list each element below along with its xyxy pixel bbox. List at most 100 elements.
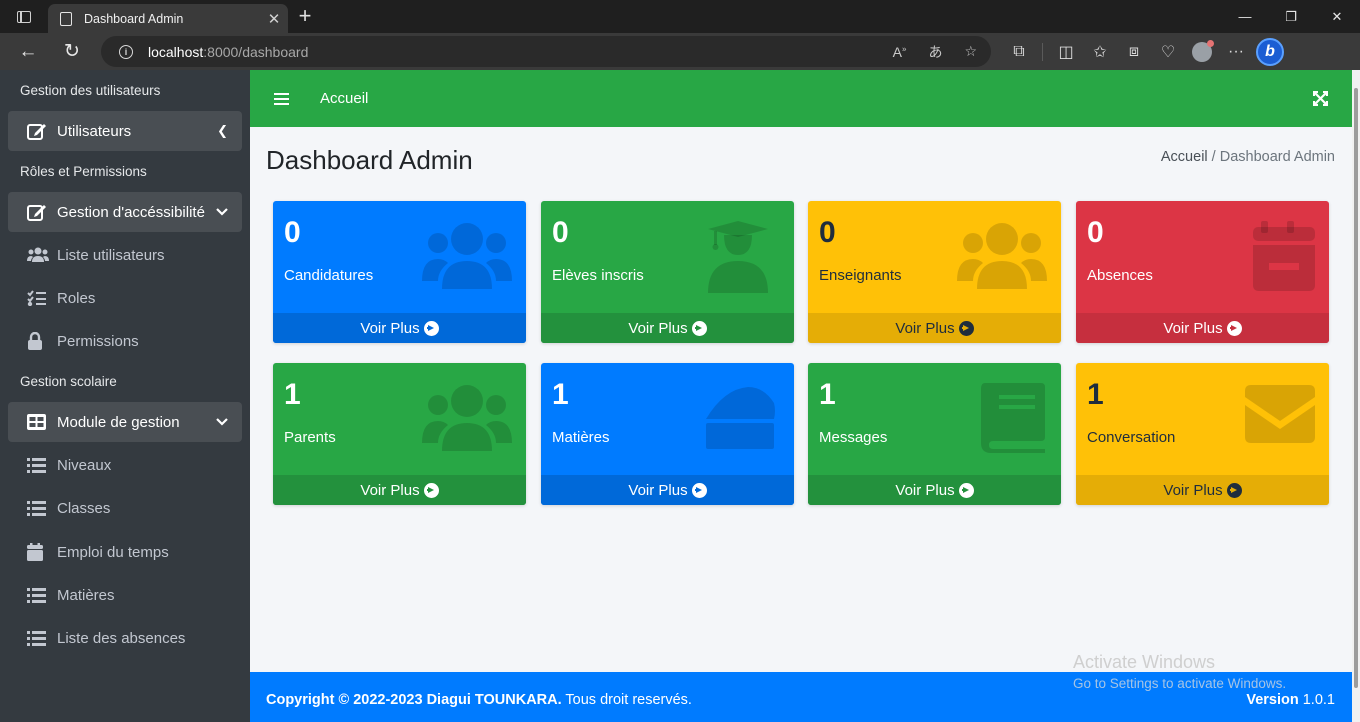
arrow-circle-right-icon <box>691 320 707 336</box>
arrow-circle-right-icon <box>1226 320 1242 336</box>
voir-plus-link[interactable]: Voir Plus <box>1076 475 1329 505</box>
sidebar-header-roles: Rôles et Permissions <box>20 164 147 179</box>
stat-count: 1 <box>284 378 301 411</box>
nav-home-link[interactable]: Accueil <box>320 90 368 107</box>
edit-icon <box>27 203 49 221</box>
list-icon <box>27 630 49 646</box>
stat-label: Messages <box>819 429 888 446</box>
sidebar-item-label: Roles <box>57 289 96 307</box>
stat-label: Candidatures <box>284 267 374 284</box>
voir-plus-link[interactable]: Voir Plus <box>541 475 794 505</box>
sidebar-item-utilisateurs[interactable]: Utilisateurs ❮ <box>8 111 242 151</box>
stat-count: 1 <box>819 378 836 411</box>
stat-label: Parents <box>284 429 336 446</box>
voir-plus-link[interactable]: Voir Plus <box>273 475 526 505</box>
voir-plus-link[interactable]: Voir Plus <box>541 313 794 343</box>
windows-activation-watermark: Activate Windows Go to Settings to activ… <box>1073 652 1286 691</box>
watermark-line2: Go to Settings to activate Windows. <box>1073 676 1287 691</box>
url-path: :8000/dashboard <box>203 43 309 60</box>
sidebar-item-accessibilite[interactable]: Gestion d'accéssibilité <box>8 192 242 232</box>
users-icon <box>957 223 1047 289</box>
browser-essentials-icon[interactable]: ♡ <box>1151 33 1185 70</box>
minimize-icon[interactable]: — <box>1222 0 1268 33</box>
hamburger-menu-icon[interactable] <box>274 92 289 105</box>
voir-plus-link[interactable]: Voir Plus <box>808 475 1061 505</box>
sidebar-item-liste-utilisateurs[interactable]: Liste utilisateurs <box>8 235 242 275</box>
voir-plus-link[interactable]: Voir Plus <box>808 313 1061 343</box>
sidebar-item-matieres[interactable]: Matières <box>8 575 242 615</box>
stat-box-conversation: 1 Conversation Voir Plus <box>1076 363 1329 505</box>
bing-copilot-icon[interactable]: b <box>1253 33 1287 70</box>
profile-avatar[interactable] <box>1185 33 1219 70</box>
voir-plus-label: Voir Plus <box>360 319 420 337</box>
sidebar-item-liste-absences[interactable]: Liste des absences <box>8 618 242 658</box>
fullscreen-icon[interactable] <box>1313 91 1328 106</box>
arrow-circle-right-icon <box>691 482 707 498</box>
sidebar-item-module-gestion[interactable]: Module de gestion <box>8 402 242 442</box>
chevron-down-icon <box>216 402 228 442</box>
read-aloud-icon[interactable]: A» <box>893 44 907 60</box>
sidebar-item-label: Emploi du temps <box>57 543 169 561</box>
sidebar-item-permissions[interactable]: Permissions <box>8 321 242 361</box>
tab-close-icon[interactable]: ✕ <box>260 10 288 28</box>
top-navbar: Accueil <box>250 70 1352 127</box>
sidebar-item-label: Module de gestion <box>57 413 180 431</box>
stat-box-matieres: 1 Matières Voir Plus <box>541 363 794 505</box>
sidebar-item-label: Gestion d'accéssibilité <box>57 203 205 221</box>
site-info-icon[interactable]: i <box>119 44 133 59</box>
breadcrumb-separator: / <box>1211 149 1216 165</box>
sidebar-item-label: Classes <box>57 499 111 517</box>
voir-plus-link[interactable]: Voir Plus <box>1076 313 1329 343</box>
close-window-icon[interactable]: ✕ <box>1314 0 1360 33</box>
voir-plus-label: Voir Plus <box>895 319 955 337</box>
stat-count: 1 <box>1087 378 1104 411</box>
sidebar-item-classes[interactable]: Classes <box>8 488 242 528</box>
back-icon[interactable]: ← <box>12 33 44 70</box>
sidebar-item-label: Niveaux <box>57 456 112 474</box>
stat-label: Absences <box>1087 267 1153 284</box>
voir-plus-label: Voir Plus <box>628 319 688 337</box>
tasks-icon <box>27 290 49 306</box>
breadcrumb-home-link[interactable]: Accueil <box>1161 149 1208 165</box>
address-bar[interactable]: i localhost:8000/dashboard A» あ ☆ <box>101 36 991 67</box>
sidebar-item-label: Utilisateurs <box>57 122 132 140</box>
arrow-circle-right-icon <box>423 320 439 336</box>
voir-plus-label: Voir Plus <box>1163 481 1223 499</box>
watermark-line1: Activate Windows <box>1073 652 1216 672</box>
sidebar-item-label: Liste des absences <box>57 629 186 647</box>
stat-count: 0 <box>284 216 301 249</box>
new-tab-button[interactable]: + <box>294 4 316 28</box>
voir-plus-link[interactable]: Voir Plus <box>273 313 526 343</box>
table-icon <box>27 414 49 430</box>
edit-icon <box>27 122 49 140</box>
favorites-icon[interactable]: ✩ <box>1083 33 1117 70</box>
scrollbar-thumb[interactable] <box>1354 88 1358 688</box>
refresh-icon[interactable]: ↻ <box>56 33 88 70</box>
stat-box-enseignants: 0 Enseignants Voir Plus <box>808 201 1061 343</box>
translate-icon[interactable]: あ <box>928 42 942 62</box>
list-icon <box>27 457 49 473</box>
sidebar-item-emploi-du-temps[interactable]: Emploi du temps <box>8 532 242 572</box>
collections-icon[interactable]: ⧈ <box>1117 33 1151 70</box>
breadcrumb-current: Dashboard Admin <box>1219 149 1335 165</box>
copyright-text: Copyright © 2022-2023 Diagui TOUNKARA. T… <box>266 692 692 708</box>
url-host: localhost <box>148 43 204 60</box>
voir-plus-label: Voir Plus <box>360 481 420 499</box>
stat-count: 0 <box>1087 216 1104 249</box>
browser-tab[interactable]: Dashboard Admin ✕ <box>48 4 288 33</box>
extensions-icon[interactable]: ⧉ <box>1002 33 1036 70</box>
sidebar: Gestion des utilisateurs Utilisateurs ❮ … <box>0 70 250 722</box>
window-menu-icon[interactable] <box>0 0 48 33</box>
sidebar-item-niveaux[interactable]: Niveaux <box>8 445 242 485</box>
sidebar-item-label: Liste utilisateurs <box>57 246 165 264</box>
restore-icon[interactable]: ❐ <box>1268 0 1314 33</box>
split-screen-icon[interactable]: ◫ <box>1049 33 1083 70</box>
chevron-left-icon: ❮ <box>217 123 228 138</box>
list-icon <box>27 500 49 516</box>
sidebar-header-scolaire: Gestion scolaire <box>20 374 117 389</box>
sidebar-item-roles[interactable]: Roles <box>8 278 242 318</box>
stat-count: 0 <box>819 216 836 249</box>
more-options-icon[interactable]: ··· <box>1219 33 1253 70</box>
favorite-star-icon[interactable]: ☆ <box>964 43 977 60</box>
version-value: 1.0.1 <box>1298 692 1335 708</box>
